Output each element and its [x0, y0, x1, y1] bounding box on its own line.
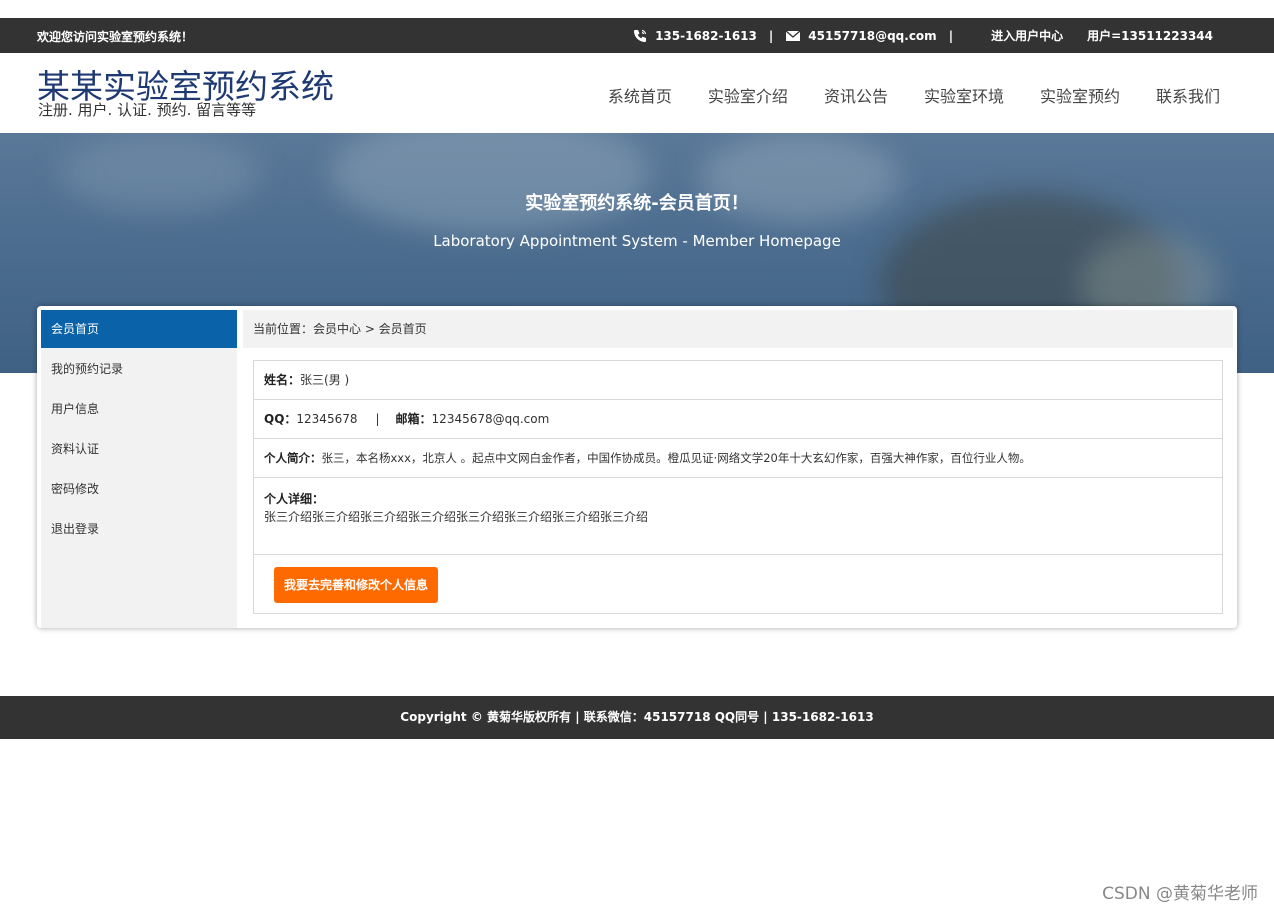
- top-separator-2: |: [948, 28, 954, 43]
- sidebar-item-booking-records[interactable]: 我的预约记录: [41, 350, 237, 388]
- top-separator: |: [768, 28, 774, 43]
- nav-lab-intro[interactable]: 实验室介绍: [708, 83, 788, 107]
- qq-label: QQ：: [264, 412, 297, 426]
- breadcrumb: 当前位置：会员中心 > 会员首页: [243, 310, 1233, 348]
- site-footer: Copyright © 黄菊华版权所有 | 联系微信：45157718 QQ同号…: [0, 696, 1274, 739]
- site-header: 某某实验室预约系统 注册. 用户. 认证. 预约. 留言等等 系统首页 实验室介…: [0, 53, 1274, 133]
- top-email: 45157718@qq.com: [808, 28, 937, 43]
- nav-contact[interactable]: 联系我们: [1156, 83, 1220, 107]
- member-content: 当前位置：会员中心 > 会员首页 姓名：张三(男 ) QQ：12345678 | 邮…: [243, 310, 1233, 624]
- profile-intro-row: 个人简介：张三，本名杨xxx，北京人 。起点中文网白金作者，中国作协成员。橙瓜见…: [254, 439, 1222, 478]
- banner-title: 实验室预约系统-会员首页！: [525, 193, 749, 214]
- profile-box: 姓名：张三(男 ) QQ：12345678 | 邮箱：12345678@qq.com…: [253, 360, 1223, 614]
- intro-value: 张三，本名杨xxx，北京人 。起点中文网白金作者，中国作协成员。橙瓜见证·网络文…: [321, 451, 1031, 465]
- member-sidebar: 会员首页 我的预约记录 用户信息 资料认证 密码修改 退出登录: [41, 310, 237, 628]
- profile-name-row: 姓名：张三(男 ): [254, 361, 1222, 400]
- sidebar-item-member-home[interactable]: 会员首页: [41, 310, 237, 348]
- detail-value: 张三介绍张三介绍张三介绍张三介绍张三介绍张三介绍张三介绍张三介绍: [264, 510, 649, 524]
- name-label: 姓名：: [264, 373, 301, 387]
- sidebar-item-user-info[interactable]: 用户信息: [41, 390, 237, 428]
- nav-lab-booking[interactable]: 实验室预约: [1040, 83, 1120, 107]
- nav-home[interactable]: 系统首页: [608, 83, 672, 107]
- intro-label: 个人简介：: [264, 451, 322, 465]
- nav-news[interactable]: 资讯公告: [824, 83, 888, 107]
- email-value: 12345678@qq.com: [431, 412, 550, 426]
- edit-profile-button[interactable]: 我要去完善和修改个人信息: [274, 567, 439, 603]
- name-value: 张三(男 ): [300, 373, 350, 387]
- sidebar-item-verification[interactable]: 资料认证: [41, 430, 237, 468]
- qq-value: 12345678: [296, 412, 358, 426]
- top-bar: 欢迎您访问实验室预约系统！ 135-1682-1613 | 45157718@q…: [0, 18, 1274, 53]
- user-account-link[interactable]: 用户=13511223344: [1087, 27, 1213, 44]
- email-label: 邮箱：: [395, 412, 432, 426]
- sidebar-item-logout[interactable]: 退出登录: [41, 510, 237, 548]
- detail-label: 个人详细：: [264, 492, 325, 506]
- top-phone: 135-1682-1613: [655, 28, 757, 43]
- welcome-text: 欢迎您访问实验室预约系统！: [37, 30, 194, 44]
- mail-icon: [785, 30, 801, 41]
- profile-contact-row: QQ：12345678 | 邮箱：12345678@qq.com: [254, 400, 1222, 439]
- phone-icon: [634, 29, 647, 42]
- member-panel: 会员首页 我的预约记录 用户信息 资料认证 密码修改 退出登录 当前位置：会员中…: [37, 306, 1237, 628]
- site-logo-subtitle: 注册. 用户. 认证. 预约. 留言等等: [38, 101, 257, 119]
- banner-subtitle: Laboratory Appointment System - Member H…: [433, 232, 841, 250]
- contact-divider: |: [375, 412, 380, 426]
- main-nav: 系统首页 实验室介绍 资讯公告 实验室环境 实验室预约 联系我们: [572, 83, 1220, 107]
- nav-lab-environment[interactable]: 实验室环境: [924, 83, 1004, 107]
- user-center-link[interactable]: 进入用户中心: [991, 27, 1063, 44]
- profile-detail-row: 个人详细： 张三介绍张三介绍张三介绍张三介绍张三介绍张三介绍张三介绍张三介绍: [254, 478, 1222, 555]
- csdn-watermark: CSDN @黄菊华老师: [1102, 884, 1258, 904]
- top-contact: 135-1682-1613 | 45157718@qq.com | 进入用户中心…: [632, 27, 1213, 44]
- sidebar-item-password[interactable]: 密码修改: [41, 470, 237, 508]
